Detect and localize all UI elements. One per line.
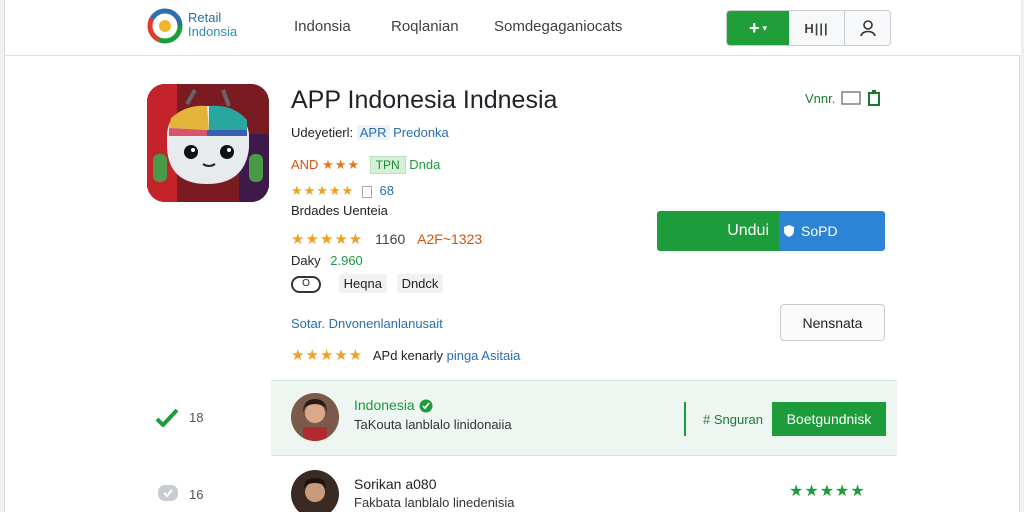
tags-line: O Heqna Dndck (291, 274, 444, 294)
badge-text: AND (291, 157, 319, 172)
review-1-name-text: Indonesia (354, 397, 415, 413)
star-rating-1: ★★★★★ (291, 183, 355, 198)
account-button[interactable] (845, 11, 890, 45)
top-header: Retail Indonsia Indonsia Roqlanian Somde… (5, 0, 1021, 56)
review-2-side-value: 16 (189, 487, 204, 502)
toggle-switch[interactable]: O (291, 276, 321, 294)
rating-link[interactable]: pinga Asitaia (447, 348, 521, 363)
star-rating-3: ★★★★★ (291, 347, 364, 364)
avatar-person-icon (291, 470, 339, 512)
user-icon (859, 20, 876, 37)
screen-icon[interactable] (841, 91, 862, 105)
badge-stars: ★★★ (322, 157, 361, 172)
tag-2[interactable]: Dndck (396, 274, 444, 293)
developer-line: Udeyetierl: APR Predonka (291, 125, 449, 140)
pill-label: Dnda (409, 157, 441, 172)
checkmark-icon (155, 408, 179, 427)
info-box-icon (361, 185, 372, 198)
developer-label: Udeyetierl: (291, 125, 354, 140)
nav-item-3[interactable]: Somdegaganiocats (494, 18, 622, 35)
price-line: Daky 2.960 (291, 253, 363, 268)
bars-icon: H||| (804, 20, 829, 36)
review-1-side-value: 18 (189, 410, 204, 425)
rating-range: A2F~1323 (417, 231, 483, 247)
download-button[interactable]: Undui SoPD (657, 211, 885, 251)
download-label: Undui (657, 211, 779, 251)
developer-link[interactable]: Predonka (393, 125, 449, 140)
download-secondary-label: SoPD (801, 223, 838, 239)
comment-icon (158, 485, 178, 501)
support-link[interactable]: Sotar. Dnvonenlanlanusait (291, 316, 443, 331)
add-button[interactable]: + ▾ (727, 11, 789, 45)
rating-text: APd kenarly (372, 348, 443, 363)
rating-line-1: ★★★★★ 68 (291, 183, 394, 199)
price-label: Daky (291, 253, 321, 268)
download-secondary: SoPD (779, 211, 885, 251)
review-2-stars: ★★★★★ (789, 483, 866, 500)
price-value: 2.960 (330, 253, 363, 268)
review-2-name: Sorikan a080 (354, 476, 437, 492)
rating-pill: TPN (369, 156, 406, 174)
app-store-page: Retail Indonsia Indonsia Roqlanian Somde… (4, 0, 1021, 512)
review-divider (684, 402, 686, 436)
nav-item-1[interactable]: Indonsia (294, 18, 351, 35)
grid-view-button[interactable]: H||| (789, 11, 845, 45)
review-1-name: Indonesia (354, 397, 433, 413)
secondary-button[interactable]: Nensnata (780, 304, 885, 341)
rating-count-1: 68 (379, 183, 394, 198)
chevron-down-icon: ▾ (762, 22, 768, 33)
wishlist-label: Vnnr. (805, 90, 836, 106)
avatar-person-icon (291, 393, 339, 441)
robot-mascot-icon (147, 84, 269, 202)
avatar (291, 393, 339, 441)
verified-icon (419, 399, 433, 413)
rating-number: 1160 (375, 231, 406, 247)
header-button-group: + ▾ H||| (726, 10, 891, 46)
rating-line-3: ★★★★★ APd kenarly pinga Asitaia (291, 346, 520, 364)
wishlist-area[interactable]: Vnnr. (805, 90, 881, 106)
tag-1[interactable]: Heqna (338, 274, 387, 293)
brand-line-1: Retail (188, 10, 222, 25)
bookmark-icon[interactable] (867, 90, 881, 106)
shield-icon (784, 225, 794, 237)
review-1-button[interactable]: Boetgundnisk (772, 402, 886, 436)
review-1-hashtag[interactable]: # Snguran (703, 412, 763, 427)
app-icon (147, 84, 269, 202)
nav-item-2[interactable]: Roqlanian (391, 18, 459, 35)
plus-icon: + (748, 17, 760, 38)
brand-name[interactable]: Retail Indonsia (188, 11, 237, 39)
rating-line-2: ★★★★★ 1160 A2F~1323 (291, 230, 482, 248)
brand-line-2: Indonsia (188, 24, 238, 39)
review-2-text: Fakbata lanblalo linedenisia (354, 495, 515, 510)
badge-line: AND ★★★ TPN Dnda (291, 156, 440, 174)
app-title: APP Indonesia Indnesia (291, 86, 558, 114)
brand-logo-icon[interactable] (147, 8, 183, 44)
star-rating-2: ★★★★★ (291, 231, 364, 248)
developer-value[interactable]: APR (356, 125, 390, 140)
review-1-text: TaKouta lanblalo linidonaiia (354, 417, 512, 432)
avatar (291, 470, 339, 512)
category-line: Brdades Uenteia (291, 203, 388, 218)
